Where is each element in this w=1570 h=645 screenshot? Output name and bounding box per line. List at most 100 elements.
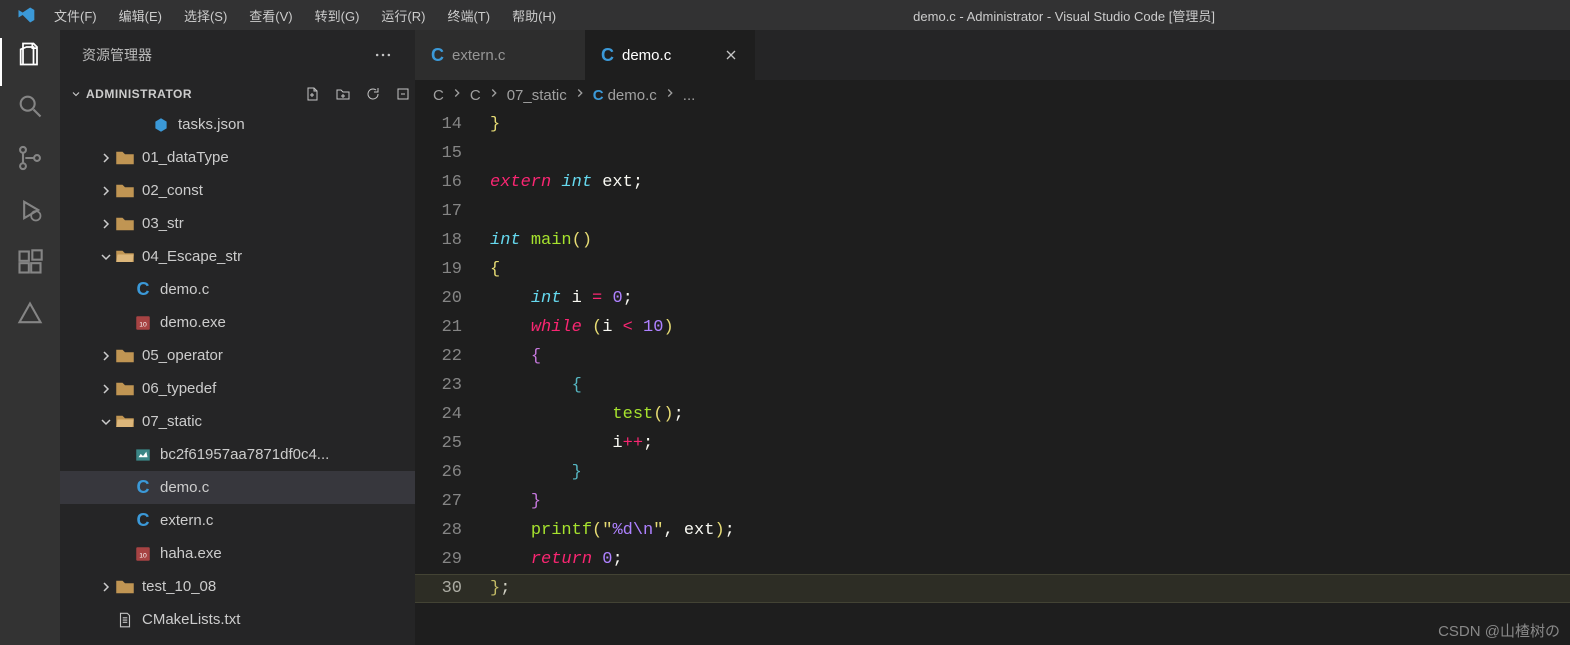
chevron-right-icon (98, 216, 114, 232)
cmake-icon[interactable] (16, 300, 44, 328)
chevron-right-icon (98, 381, 114, 397)
tree-file[interactable]: bc2f61957aa7871df0c4... (60, 438, 415, 471)
code-line[interactable] (490, 139, 1570, 168)
new-folder-icon[interactable] (335, 86, 351, 102)
chevron-right-icon (663, 86, 677, 100)
source-control-icon[interactable] (16, 144, 44, 172)
tree-file[interactable]: Cextern.c (60, 504, 415, 537)
tree-folder[interactable]: 06_typedef (60, 372, 415, 405)
code-lines[interactable]: }extern int ext;int main(){ int i = 0; w… (490, 110, 1570, 645)
menu-item[interactable]: 帮助(H) (502, 2, 566, 29)
tree-file[interactable]: CMakeLists.txt (60, 603, 415, 636)
code-editor[interactable]: 1415161718192021222324252627282930 }exte… (415, 110, 1570, 645)
folder-open-icon (114, 411, 136, 433)
activity-bar (0, 30, 60, 645)
menu-item[interactable]: 文件(F) (44, 2, 107, 29)
tree-label: demo.c (160, 281, 209, 298)
line-number: 27 (415, 487, 462, 516)
code-line[interactable]: printf("%d\n", ext); (490, 516, 1570, 545)
tree-label: tasks.json (178, 116, 245, 133)
chevron-right-icon (98, 183, 114, 199)
tree-file[interactable]: 10haha.exe (60, 537, 415, 570)
chevron-down-icon (98, 249, 114, 265)
line-number: 29 (415, 545, 462, 574)
code-line[interactable]: test(); (490, 400, 1570, 429)
tree-file[interactable]: 10demo.exe (60, 306, 415, 339)
line-number: 14 (415, 110, 462, 139)
code-line[interactable]: } (490, 487, 1570, 516)
menu-item[interactable]: 查看(V) (239, 2, 302, 29)
run-debug-icon[interactable] (16, 196, 44, 224)
refresh-icon[interactable] (365, 86, 381, 102)
tree-folder[interactable]: 01_dataType (60, 141, 415, 174)
line-number: 15 (415, 139, 462, 168)
tree-folder[interactable]: 03_str (60, 207, 415, 240)
tree-label: test_10_08 (142, 578, 216, 595)
code-line[interactable]: int main() (490, 226, 1570, 255)
tabs: Cextern.cCdemo.c (415, 30, 1570, 80)
search-icon[interactable] (16, 92, 44, 120)
code-line[interactable]: i++; (490, 429, 1570, 458)
breadcrumb-item[interactable]: Cdemo.c (593, 87, 657, 104)
code-line[interactable]: } (490, 110, 1570, 139)
code-line[interactable]: { (490, 342, 1570, 371)
folder-icon (114, 147, 136, 169)
folder-icon (114, 180, 136, 202)
tab[interactable]: Cextern.c (415, 30, 585, 80)
code-line[interactable]: { (490, 371, 1570, 400)
tree-file[interactable]: Cdemo.c (60, 273, 415, 306)
breadcrumb-item[interactable]: ... (683, 87, 696, 104)
extensions-icon[interactable] (16, 248, 44, 276)
new-file-icon[interactable] (305, 86, 321, 102)
breadcrumb-item[interactable]: 07_static (507, 87, 567, 104)
menu-item[interactable]: 终端(T) (437, 2, 500, 29)
code-line[interactable]: while (i < 10) (490, 313, 1570, 342)
tree-folder[interactable]: 02_const (60, 174, 415, 207)
code-line[interactable]: int i = 0; (490, 284, 1570, 313)
tree-folder[interactable]: 04_Escape_str (60, 240, 415, 273)
active-indicator (0, 38, 2, 86)
folder-header[interactable]: ADMINISTRATOR (60, 80, 415, 108)
code-line[interactable]: extern int ext; (490, 168, 1570, 197)
chevron-down-icon (70, 88, 82, 100)
json-icon (150, 114, 172, 136)
code-line[interactable]: } (490, 458, 1570, 487)
tree-label: 07_static (142, 413, 202, 430)
breadcrumb-item[interactable]: C (470, 87, 481, 104)
menu-item[interactable]: 转到(G) (305, 2, 370, 29)
tree-label: extern.c (160, 512, 213, 529)
watermark: CSDN @山楂树の (1438, 620, 1560, 641)
tree-file[interactable]: Cdemo.c (60, 471, 415, 504)
collapse-icon[interactable] (395, 86, 411, 102)
code-line[interactable]: return 0; (490, 545, 1570, 574)
folder-open-icon (114, 246, 136, 268)
tree-label: demo.c (160, 479, 209, 496)
line-number: 23 (415, 371, 462, 400)
tree-folder[interactable]: test_10_08 (60, 570, 415, 603)
tree-file[interactable]: tasks.json (60, 108, 415, 141)
menu-item[interactable]: 编辑(E) (109, 2, 172, 29)
code-line[interactable] (490, 197, 1570, 226)
svg-text:10: 10 (139, 552, 147, 559)
menu-item[interactable]: 选择(S) (174, 2, 237, 29)
tree-label: 02_const (142, 182, 203, 199)
more-icon[interactable] (373, 45, 393, 65)
line-number: 20 (415, 284, 462, 313)
folder-icon (114, 378, 136, 400)
chevron-down-icon (98, 414, 114, 430)
tree-label: 01_dataType (142, 149, 229, 166)
breadcrumb-item[interactable]: C (433, 87, 444, 104)
img-icon (132, 444, 154, 466)
tab[interactable]: Cdemo.c (585, 30, 755, 80)
code-line[interactable]: { (490, 255, 1570, 284)
tree-folder[interactable]: 07_static (60, 405, 415, 438)
menu-item[interactable]: 运行(R) (371, 2, 435, 29)
breadcrumb[interactable]: C C 07_static Cdemo.c... (415, 80, 1570, 110)
explorer-icon[interactable] (16, 40, 44, 68)
tree-label: 03_str (142, 215, 184, 232)
tree-folder[interactable]: 05_operator (60, 339, 415, 372)
exe-icon: 10 (132, 543, 154, 565)
close-icon[interactable] (723, 47, 739, 63)
folder-icon (114, 576, 136, 598)
chevron-right-icon (450, 86, 464, 100)
